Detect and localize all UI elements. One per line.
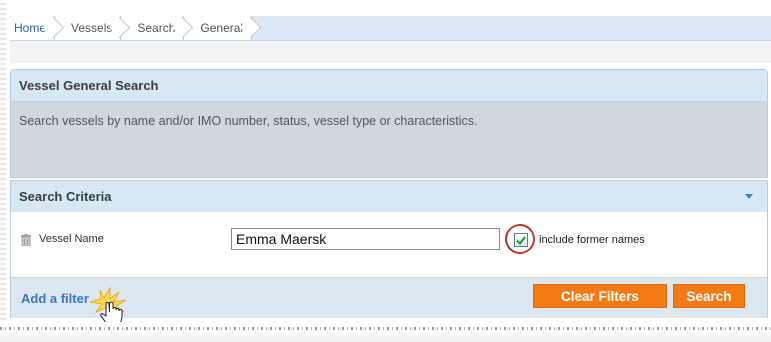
breadcrumb-home[interactable]: Home [10,16,56,40]
breadcrumb: Home Vessels Search General [10,16,771,41]
vessel-name-label: Vessel Name [39,233,104,245]
spacer-band [10,41,771,63]
former-names-label: include former names [539,234,645,246]
vessel-name-row: Vessel Name include former names [11,219,767,259]
breadcrumb-general: General [184,16,253,40]
former-names-checkbox-wrap[interactable] [500,219,540,259]
clear-filters-button[interactable]: Clear Filters [533,284,667,308]
general-search-panel: Vessel General Search Search vessels by … [10,69,768,178]
breadcrumb-search[interactable]: Search [121,16,185,40]
search-criteria-header[interactable]: Search Criteria [11,181,767,212]
former-names-checkbox[interactable] [514,233,528,247]
search-criteria-title: Search Criteria [19,189,112,204]
dropdown-caret-icon[interactable] [745,194,753,199]
search-button[interactable]: Search [673,284,745,308]
breadcrumb-vessels[interactable]: Vessels [55,16,122,40]
general-search-description: Search vessels by name and/or IMO number… [11,101,767,176]
torn-edge-bottom [0,322,771,342]
vessel-name-input[interactable] [231,228,500,250]
torn-edge-left [0,0,6,342]
trash-icon[interactable] [21,234,31,246]
add-filter-link[interactable]: Add a filter [21,291,89,306]
general-search-title: Vessel General Search [11,70,767,101]
checkmark-icon [516,235,526,245]
